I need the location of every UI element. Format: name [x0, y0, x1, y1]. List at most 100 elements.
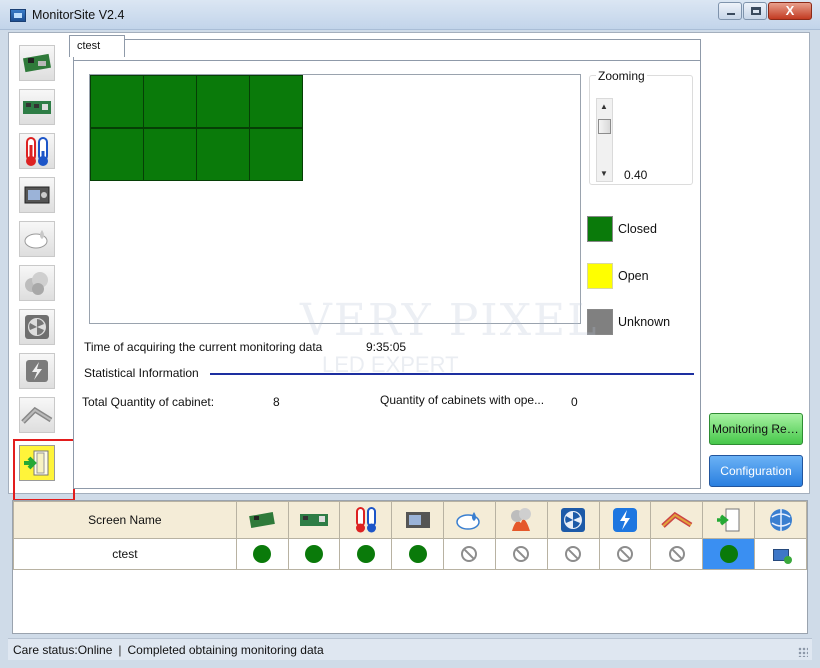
status-cell	[391, 538, 445, 570]
zoom-value: 0.40	[624, 168, 648, 182]
status-cell	[598, 538, 652, 570]
table-header-row: Screen Name	[13, 501, 807, 539]
zoom-group: Zooming ▲ ▼ 0.40	[589, 69, 693, 185]
close-icon: X	[785, 3, 795, 18]
cabinet-door-icon	[716, 508, 740, 532]
total-cabinet-value: 8	[273, 395, 280, 409]
cabinet-cell[interactable]	[90, 128, 144, 181]
temperature-icon	[26, 137, 48, 166]
col-power[interactable]	[598, 501, 652, 539]
power-button[interactable]	[19, 353, 55, 389]
legend-unknown-label: Unknown	[618, 315, 671, 329]
col-hub-card[interactable]	[287, 501, 341, 539]
table-row[interactable]: ctest	[13, 538, 807, 570]
window-controls: X	[717, 2, 812, 20]
status-table: Screen Name ctest	[13, 501, 807, 570]
open-cabinet-value: 0	[571, 395, 578, 409]
status-na-icon	[616, 546, 633, 562]
cabinet-cell[interactable]	[196, 128, 250, 181]
status-separator: |	[118, 643, 122, 657]
maximize-icon	[751, 7, 761, 15]
maximize-button[interactable]	[743, 2, 767, 20]
configuration-button[interactable]: Configuration	[709, 455, 803, 487]
receiving-card-button[interactable]	[19, 45, 55, 81]
zoom-up-arrow-icon[interactable]: ▲	[600, 102, 608, 111]
cabinet-map	[89, 74, 581, 324]
time-value: 9:35:05	[366, 340, 407, 354]
cabinet-cell[interactable]	[143, 128, 197, 181]
status-cell	[443, 538, 496, 570]
app-icon	[10, 9, 26, 22]
screen-name-cell: ctest	[13, 538, 237, 570]
cabinet-cell[interactable]	[196, 75, 250, 128]
power-icon	[26, 360, 48, 382]
col-humidity[interactable]	[443, 501, 496, 539]
hub-card-icon	[23, 101, 51, 114]
tab-ctest[interactable]: ctest	[69, 35, 125, 57]
fan-button[interactable]	[19, 309, 55, 345]
status-ok-icon	[304, 545, 323, 563]
legend-open-swatch	[587, 263, 613, 289]
close-button[interactable]: X	[768, 2, 812, 20]
total-cabinet-label: Total Quantity of cabinet:	[82, 395, 215, 409]
monitoring-refresh-button[interactable]: Monitoring Ref...	[709, 413, 803, 445]
col-fan[interactable]	[546, 501, 600, 539]
cable-button[interactable]	[19, 397, 55, 433]
status-message: Completed obtaining monitoring data	[127, 643, 324, 657]
zoom-label: Zooming	[596, 69, 647, 83]
module-icon	[24, 186, 50, 204]
col-receiving-card[interactable]	[235, 501, 289, 539]
legend-closed: Closed	[587, 216, 657, 242]
legend-closed-swatch	[587, 216, 613, 242]
status-ok-icon	[719, 545, 738, 563]
humidity-icon	[24, 230, 48, 249]
resize-grip-icon[interactable]	[798, 647, 808, 657]
status-cell	[287, 538, 341, 570]
status-cell-selected[interactable]	[702, 538, 756, 570]
minimize-icon	[727, 13, 735, 15]
smoke-button[interactable]	[19, 265, 55, 301]
zoom-slider-thumb[interactable]	[598, 119, 611, 134]
legend-unknown-swatch	[587, 309, 613, 335]
status-cell	[339, 538, 393, 570]
cable-icon	[21, 406, 53, 424]
temperature-button[interactable]	[19, 133, 55, 169]
col-module[interactable]	[391, 501, 445, 539]
main-area: Zooming ▲ ▼ 0.40 Closed Open Unknown Tim…	[8, 32, 810, 501]
col-smoke[interactable]	[494, 501, 548, 539]
hub-card-icon	[299, 514, 328, 526]
col-screen-name[interactable]: Screen Name	[13, 501, 237, 539]
temperature-icon	[355, 507, 376, 533]
cabinet-cell[interactable]	[249, 75, 303, 128]
module-button[interactable]	[19, 177, 55, 213]
cabinet-cell[interactable]	[90, 75, 144, 128]
power-icon	[612, 508, 637, 532]
legend-open: Open	[587, 263, 649, 289]
col-temperature[interactable]	[339, 501, 393, 539]
status-ok-icon	[253, 545, 272, 563]
receiving-card-icon	[249, 512, 275, 528]
status-na-icon	[513, 546, 530, 562]
zoom-slider[interactable]: ▲ ▼	[596, 98, 613, 182]
col-cabinet-door[interactable]	[702, 501, 756, 539]
humidity-icon	[456, 512, 481, 530]
status-ok-icon	[408, 545, 427, 563]
status-na-icon	[461, 546, 478, 562]
status-cell	[494, 538, 548, 570]
humidity-button[interactable]	[19, 221, 55, 257]
selected-tool-highlight	[13, 439, 75, 501]
legend-open-label: Open	[618, 269, 649, 283]
care-status: Care status:Online	[13, 643, 113, 657]
cabinet-cell[interactable]	[249, 128, 303, 181]
minimize-button[interactable]	[718, 2, 742, 20]
cabinet-cell[interactable]	[143, 75, 197, 128]
hub-card-button[interactable]	[19, 89, 55, 125]
col-cable[interactable]	[650, 501, 704, 539]
time-label: Time of acquiring the current monitoring…	[84, 340, 323, 354]
zoom-down-arrow-icon[interactable]: ▼	[600, 169, 608, 178]
fan-icon	[25, 315, 49, 339]
fan-icon	[561, 508, 586, 532]
status-cell	[235, 538, 289, 570]
col-network[interactable]	[754, 501, 807, 539]
screen-panel: Zooming ▲ ▼ 0.40 Closed Open Unknown Tim…	[73, 39, 701, 489]
